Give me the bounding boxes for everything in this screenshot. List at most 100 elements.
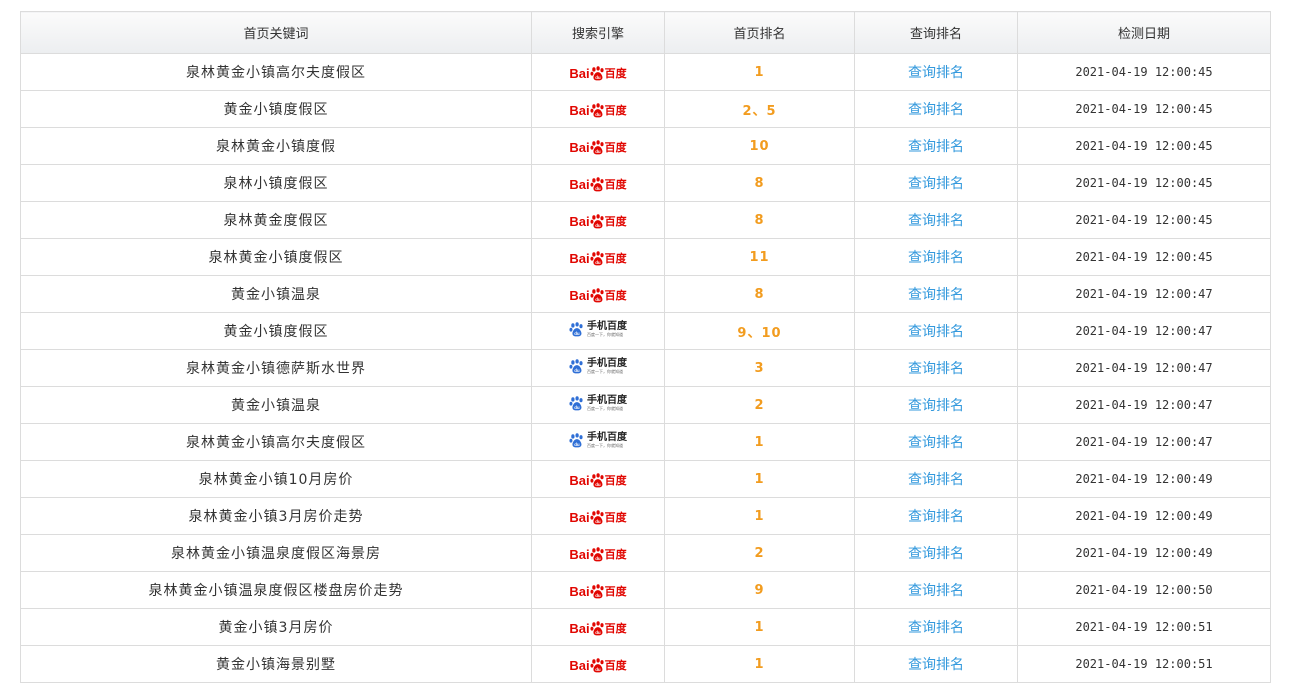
query-ranking-link[interactable]: 查询排名 (908, 324, 964, 340)
keyword-cell: 黄金小镇温泉 (20, 386, 532, 424)
query-cell: 查询排名 (854, 608, 1018, 646)
baidu-logo-cn: 百度 (604, 140, 627, 154)
engine-cell: Bai du 百度 (531, 201, 665, 239)
baidu-paw-icon: du (590, 176, 604, 191)
svg-text:du: du (595, 296, 601, 301)
date-cell: 2021-04-19 12:00:50 (1017, 571, 1271, 609)
engine-cell: du 手机百度 百度一下，你就知道 (531, 349, 665, 387)
query-ranking-link[interactable]: 查询排名 (908, 176, 964, 192)
date-cell: 2021-04-19 12:00:47 (1017, 275, 1271, 313)
query-ranking-link[interactable]: 查询排名 (908, 139, 964, 155)
svg-text:du: du (574, 405, 580, 410)
query-ranking-link[interactable]: 查询排名 (908, 509, 964, 525)
baidu-logo: Bai du 百度 (569, 620, 627, 636)
table-row: 泉林黄金小镇温泉度假区海景房 Bai du 百度 2 查询排名 2021-04-19 12:… (20, 534, 1271, 572)
baidu-paw-icon: du (590, 583, 604, 598)
rank-cell: 8 (664, 201, 855, 239)
baidu-paw-icon: du (590, 472, 604, 487)
query-ranking-link[interactable]: 查询排名 (908, 657, 964, 673)
baidu-logo-cn: 百度 (604, 510, 627, 524)
column-header-date: 检测日期 (1017, 11, 1271, 54)
baidu-logo-cn: 百度 (604, 66, 627, 80)
query-ranking-link[interactable]: 查询排名 (908, 361, 964, 377)
baidu-logo-cn: 百度 (604, 621, 627, 635)
query-ranking-link[interactable]: 查询排名 (908, 287, 964, 303)
baidu-paw-icon: du (569, 432, 583, 448)
query-ranking-link[interactable]: 查询排名 (908, 620, 964, 636)
date-cell: 2021-04-19 12:00:47 (1017, 312, 1271, 350)
baidu-logo-cn: 百度 (604, 177, 627, 191)
engine-cell: Bai du 百度 (531, 534, 665, 572)
rank-cell: 1 (664, 460, 855, 498)
baidu-logo-en: Bai (569, 287, 590, 303)
baidu-logo: Bai du 百度 (569, 657, 627, 673)
svg-text:du: du (574, 331, 580, 336)
svg-text:du: du (595, 222, 601, 227)
query-ranking-link[interactable]: 查询排名 (908, 435, 964, 451)
column-header-keyword: 首页关键词 (20, 11, 532, 54)
mobile-baidu-logo: du 手机百度 百度一下，你就知道 (569, 321, 627, 337)
baidu-paw-icon: du (590, 250, 604, 265)
keyword-cell: 泉林黄金小镇温泉度假区楼盘房价走势 (20, 571, 532, 609)
table-row: 黄金小镇度假区 du 手机百度 百度一下，你就知道 9、10 查询排名 2021-04-19… (20, 312, 1271, 350)
query-cell: 查询排名 (854, 164, 1018, 202)
query-cell: 查询排名 (854, 534, 1018, 572)
baidu-logo: Bai du 百度 (569, 250, 627, 266)
baidu-logo: Bai du 百度 (569, 213, 627, 229)
baidu-paw-icon: du (590, 139, 604, 154)
mobile-baidu-logo: du 手机百度 百度一下，你就知道 (569, 432, 627, 448)
baidu-logo-en: Bai (569, 657, 590, 673)
table-row: 泉林黄金小镇高尔夫度假区 Bai du 百度 1 查询排名 2021-04-19 12:00… (20, 53, 1271, 91)
date-cell: 2021-04-19 12:00:49 (1017, 497, 1271, 535)
query-ranking-link[interactable]: 查询排名 (908, 583, 964, 599)
query-ranking-link[interactable]: 查询排名 (908, 65, 964, 81)
query-ranking-link[interactable]: 查询排名 (908, 546, 964, 562)
ranking-table: 首页关键词 搜索引擎 首页排名 查询排名 检测日期 泉林黄金小镇高尔夫度假区 Ba… (20, 11, 1271, 683)
rank-cell: 1 (664, 423, 855, 461)
keyword-cell: 泉林黄金小镇高尔夫度假区 (20, 423, 532, 461)
baidu-logo: Bai du 百度 (569, 176, 627, 192)
table-row: 泉林黄金小镇度假区 Bai du 百度 11 查询排名 2021-04-19 12:00:4… (20, 238, 1271, 276)
query-ranking-link[interactable]: 查询排名 (908, 472, 964, 488)
engine-cell: du 手机百度 百度一下，你就知道 (531, 423, 665, 461)
rank-cell: 8 (664, 275, 855, 313)
query-cell: 查询排名 (854, 571, 1018, 609)
engine-cell: Bai du 百度 (531, 645, 665, 683)
keyword-cell: 泉林黄金小镇高尔夫度假区 (20, 53, 532, 91)
rank-cell: 1 (664, 645, 855, 683)
query-ranking-link[interactable]: 查询排名 (908, 250, 964, 266)
query-cell: 查询排名 (854, 53, 1018, 91)
rank-cell: 1 (664, 608, 855, 646)
baidu-logo: Bai du 百度 (569, 583, 627, 599)
header-row: 首页关键词 搜索引擎 首页排名 查询排名 检测日期 (20, 11, 1271, 54)
baidu-logo-en: Bai (569, 213, 590, 229)
keyword-cell: 泉林小镇度假区 (20, 164, 532, 202)
table-row: 黄金小镇温泉 du 手机百度 百度一下，你就知道 2 查询排名 2021-04-19 12:… (20, 386, 1271, 424)
baidu-logo-en: Bai (569, 139, 590, 155)
rank-cell: 2、5 (664, 90, 855, 128)
date-cell: 2021-04-19 12:00:47 (1017, 423, 1271, 461)
baidu-paw-icon: du (569, 321, 583, 337)
query-ranking-link[interactable]: 查询排名 (908, 102, 964, 118)
query-ranking-link[interactable]: 查询排名 (908, 213, 964, 229)
query-cell: 查询排名 (854, 90, 1018, 128)
baidu-logo-en: Bai (569, 472, 590, 488)
rank-cell: 9、10 (664, 312, 855, 350)
rank-cell: 1 (664, 53, 855, 91)
mobile-baidu-label: 手机百度 (587, 358, 627, 370)
keyword-cell: 黄金小镇温泉 (20, 275, 532, 313)
rank-cell: 1 (664, 497, 855, 535)
query-cell: 查询排名 (854, 497, 1018, 535)
baidu-logo: Bai du 百度 (569, 287, 627, 303)
query-ranking-link[interactable]: 查询排名 (908, 398, 964, 414)
baidu-logo-cn: 百度 (604, 251, 627, 265)
svg-text:du: du (595, 629, 601, 634)
engine-cell: Bai du 百度 (531, 275, 665, 313)
baidu-paw-icon: du (590, 102, 604, 117)
mobile-baidu-logo: du 手机百度 百度一下，你就知道 (569, 395, 627, 411)
column-header-engine: 搜索引擎 (531, 11, 665, 54)
baidu-logo: Bai du 百度 (569, 472, 627, 488)
baidu-logo-en: Bai (569, 176, 590, 192)
rank-cell: 2 (664, 534, 855, 572)
date-cell: 2021-04-19 12:00:47 (1017, 386, 1271, 424)
